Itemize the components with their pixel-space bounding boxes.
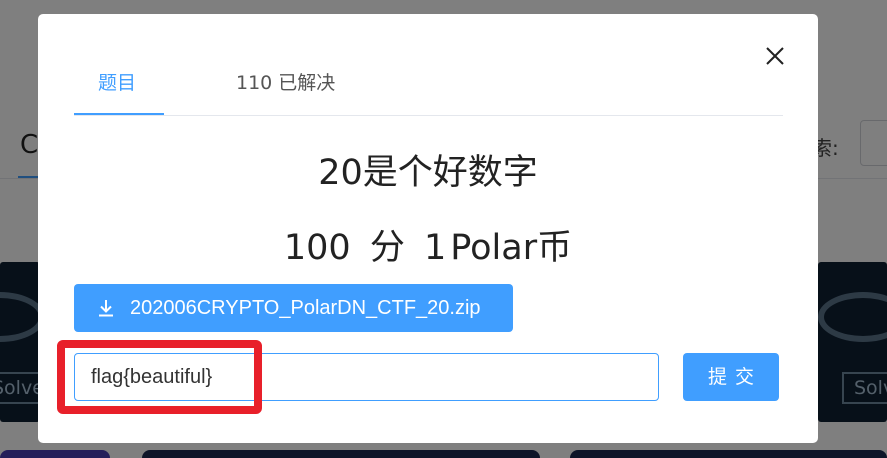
coins-value: 1 <box>423 228 447 268</box>
points-value: 100 <box>283 228 351 268</box>
download-attachment-button[interactable]: 202006CRYPTO_PolarDN_CTF_20.zip <box>74 284 513 332</box>
tab-solved[interactable]: 110 已解决 <box>212 54 359 116</box>
points-unit: 分 <box>369 228 405 268</box>
tab-problem[interactable]: 题目 <box>74 54 160 116</box>
download-icon <box>99 300 113 317</box>
tab-active-indicator <box>74 113 164 115</box>
dialog-tabs: 题目 110 已解决 <box>74 54 783 116</box>
challenge-dialog: 题目 110 已解决 20是个好数字 100 分 1 Polar币 202006C… <box>38 14 818 443</box>
flag-input[interactable] <box>74 353 659 401</box>
coins-unit: Polar币 <box>450 228 573 268</box>
submit-button[interactable]: 提交 <box>683 353 779 401</box>
challenge-score: 100 分 1 Polar币 <box>38 219 818 270</box>
challenge-title: 20是个好数字 <box>318 153 538 193</box>
download-filename: 202006CRYPTO_PolarDN_CTF_20.zip <box>130 296 481 319</box>
